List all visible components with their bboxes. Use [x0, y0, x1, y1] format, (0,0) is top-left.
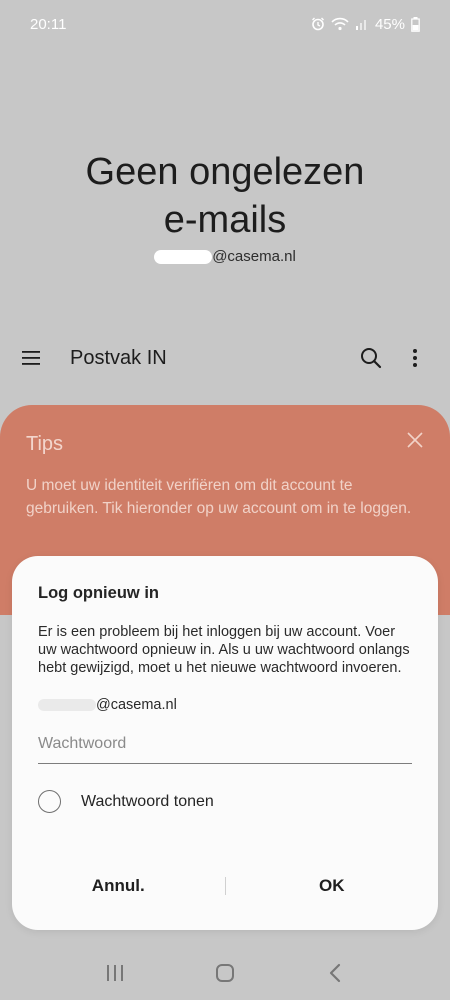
alarm-icon	[311, 17, 325, 31]
redacted-username	[38, 699, 96, 712]
account-address: @casema.nl	[0, 248, 450, 265]
page-title: Geen ongelezen e-mails	[0, 148, 450, 244]
recent-apps-icon[interactable]	[101, 959, 129, 987]
toolbar-actions	[358, 345, 428, 371]
wifi-icon	[331, 17, 349, 31]
menu-icon[interactable]	[22, 344, 50, 372]
cancel-button[interactable]: Annul.	[12, 876, 225, 896]
search-icon[interactable]	[358, 345, 384, 371]
show-password-radio[interactable]	[38, 790, 61, 813]
mailbox-title: Postvak IN	[70, 346, 167, 369]
title-line-2: e-mails	[163, 199, 287, 241]
password-placeholder: Wachtwoord	[38, 735, 127, 752]
password-field[interactable]: Wachtwoord	[38, 735, 412, 764]
signal-icon	[355, 17, 369, 31]
redacted-username	[154, 250, 213, 265]
battery-icon	[411, 16, 420, 32]
dialog-title: Log opnieuw in	[38, 584, 159, 602]
battery-percentage: 45%	[374, 15, 405, 33]
dialog-buttons: Annul. OK	[12, 872, 438, 900]
dialog-message: Er is een probleem bij het inloggen bij …	[38, 624, 410, 676]
system-nav-bar	[0, 946, 450, 1000]
dialog-account-address: @casema.nl	[38, 697, 412, 713]
title-line-1: Geen ongelezen	[85, 151, 365, 193]
dialog-account-domain: @casema.nl	[96, 697, 177, 713]
mailbox-toolbar: Postvak IN	[0, 330, 450, 386]
relogin-dialog: Log opnieuw in Er is een probleem bij he…	[12, 556, 438, 930]
ok-button[interactable]: OK	[226, 876, 439, 896]
home-icon[interactable]	[211, 959, 239, 987]
show-password-label: Wachtwoord tonen	[81, 792, 214, 810]
status-icons: 45%	[311, 16, 420, 33]
tips-title: Tips	[26, 433, 64, 455]
status-bar: 20:11 45%	[0, 0, 450, 48]
close-icon[interactable]	[406, 431, 424, 449]
tips-text: U moet uw identiteit verifiëren om dit a…	[26, 477, 412, 517]
show-password-toggle[interactable]: Wachtwoord tonen	[38, 790, 412, 813]
account-domain: @casema.nl	[212, 248, 296, 265]
status-time: 20:11	[30, 15, 67, 33]
back-icon[interactable]	[321, 959, 349, 987]
more-options-icon[interactable]	[402, 345, 428, 371]
